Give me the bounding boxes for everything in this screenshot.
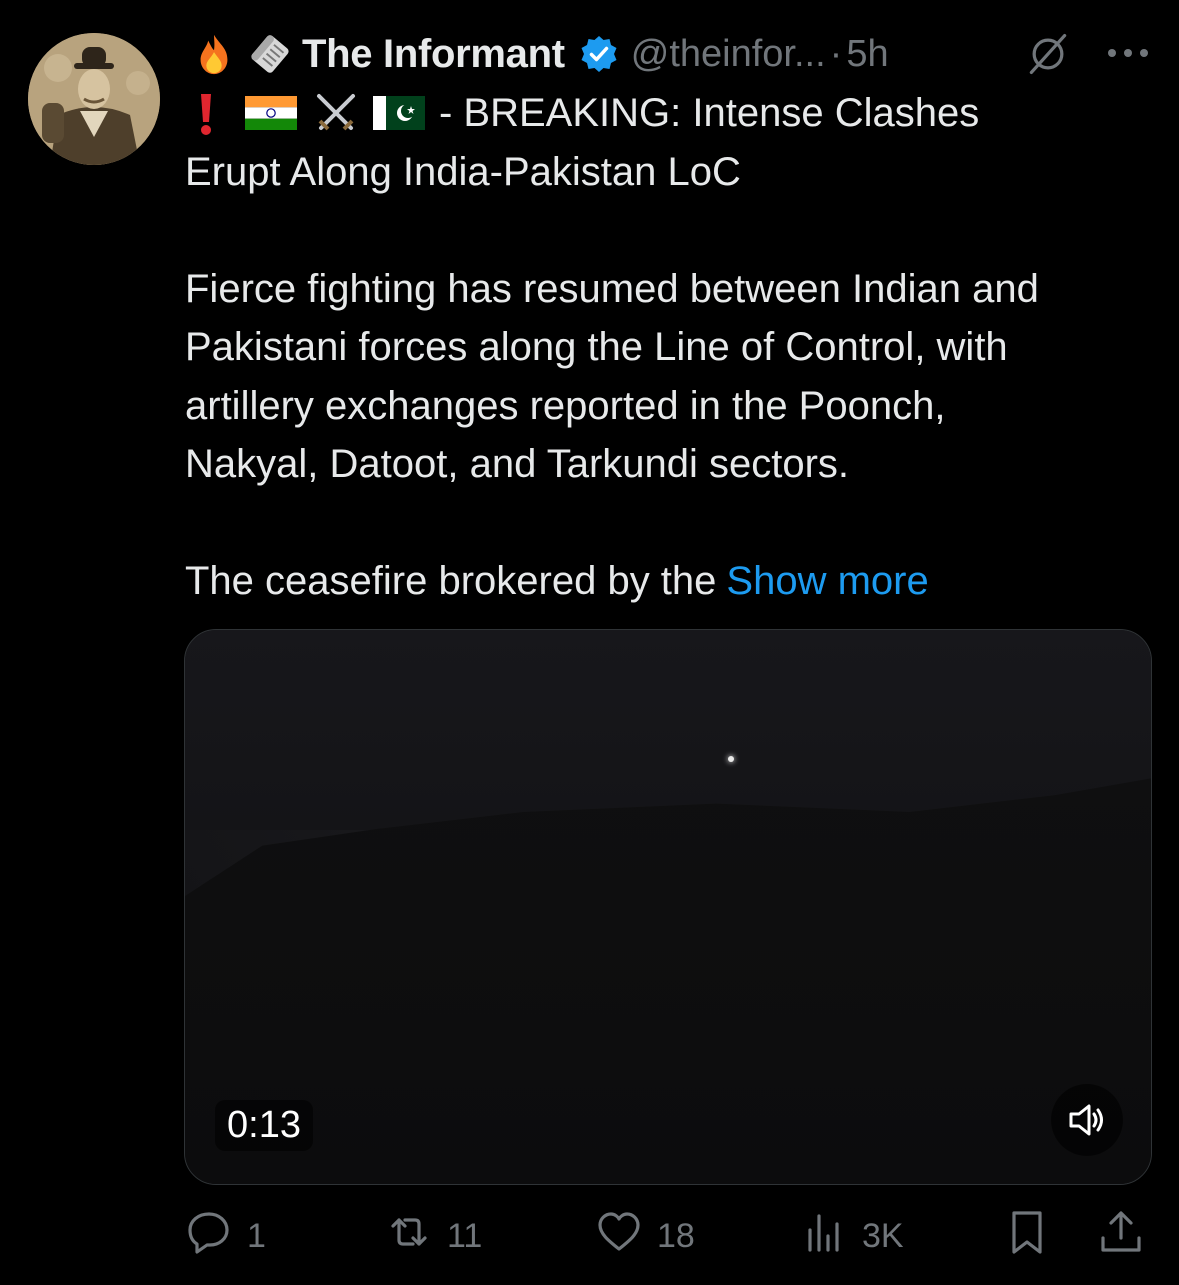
exclamation-icon	[191, 88, 221, 138]
speaker-muted-icon[interactable]	[1051, 1084, 1123, 1156]
reply-icon	[185, 1208, 233, 1265]
views-button[interactable]: 3K	[800, 1206, 904, 1266]
headline-line-1: - BREAKING: Intense Clashes	[185, 84, 1160, 143]
video-frame-sky	[185, 630, 1151, 830]
paragraph-1-line: Fierce fighting has resumed between Indi…	[185, 266, 1039, 311]
paragraph-1-line: Pakistani forces along the Line of Contr…	[185, 325, 1008, 369]
reply-count: 1	[247, 1216, 266, 1255]
like-count: 18	[657, 1216, 695, 1255]
like-button[interactable]: 18	[595, 1206, 695, 1266]
more-icon[interactable]	[1100, 28, 1156, 78]
bookmark-button[interactable]	[1003, 1206, 1051, 1266]
video-player[interactable]: 0:13	[184, 629, 1152, 1185]
heart-icon	[595, 1208, 643, 1265]
fire-icon	[190, 30, 238, 78]
tweet-header: The Informant @theinfor... · 5h	[190, 24, 1160, 84]
crossed-swords-icon	[311, 88, 361, 138]
handle[interactable]: @theinfor...	[631, 33, 826, 76]
display-name[interactable]: The Informant	[302, 32, 565, 77]
reply-button[interactable]: 1	[185, 1206, 266, 1266]
avatar[interactable]	[28, 33, 160, 165]
paragraph-1-line: artillery exchanges reported in the Poon…	[185, 383, 946, 428]
views-count: 3K	[862, 1216, 904, 1255]
separator-dot: ·	[829, 32, 843, 75]
pakistan-flag-icon	[373, 96, 425, 131]
repost-icon	[385, 1208, 433, 1265]
share-icon	[1097, 1208, 1145, 1265]
share-button[interactable]	[1097, 1206, 1145, 1266]
analytics-icon	[800, 1208, 848, 1265]
rolled-newspaper-icon	[246, 30, 294, 78]
grok-icon[interactable]	[1022, 28, 1074, 80]
verified-badge-icon[interactable]	[579, 34, 619, 74]
paragraph-1: Fierce fighting has resumed between Indi…	[185, 260, 1160, 494]
show-more-link[interactable]: Show more	[726, 552, 928, 611]
video-duration: 0:13	[215, 1100, 313, 1151]
paragraph-2-text: The ceasefire brokered by the	[185, 559, 717, 603]
video-frame-ridge	[185, 778, 1151, 1184]
india-flag-icon	[245, 96, 297, 131]
paragraph-2-line: The ceasefire brokered by the Show more	[185, 552, 1160, 611]
paragraph-1-line: Nakyal, Datoot, and Tarkundi sectors.	[185, 442, 850, 486]
tweet[interactable]: The Informant @theinfor... · 5h - BREAKI…	[0, 0, 1179, 1285]
tweet-text: - BREAKING: Intense Clashes Erupt Along …	[185, 84, 1160, 611]
repost-button[interactable]: 11	[385, 1206, 482, 1266]
headline-text: - BREAKING: Intense Clashes	[439, 91, 980, 135]
bookmark-icon	[1003, 1208, 1051, 1265]
video-frame-light	[728, 756, 734, 762]
action-bar: 1 11 18 3K	[185, 1206, 1160, 1266]
headline-line-2: Erupt Along India-Pakistan LoC	[185, 149, 741, 194]
paragraph-2: The ceasefire brokered by the Show more	[185, 552, 1160, 611]
timestamp[interactable]: 5h	[846, 33, 888, 76]
repost-count: 11	[447, 1216, 483, 1255]
